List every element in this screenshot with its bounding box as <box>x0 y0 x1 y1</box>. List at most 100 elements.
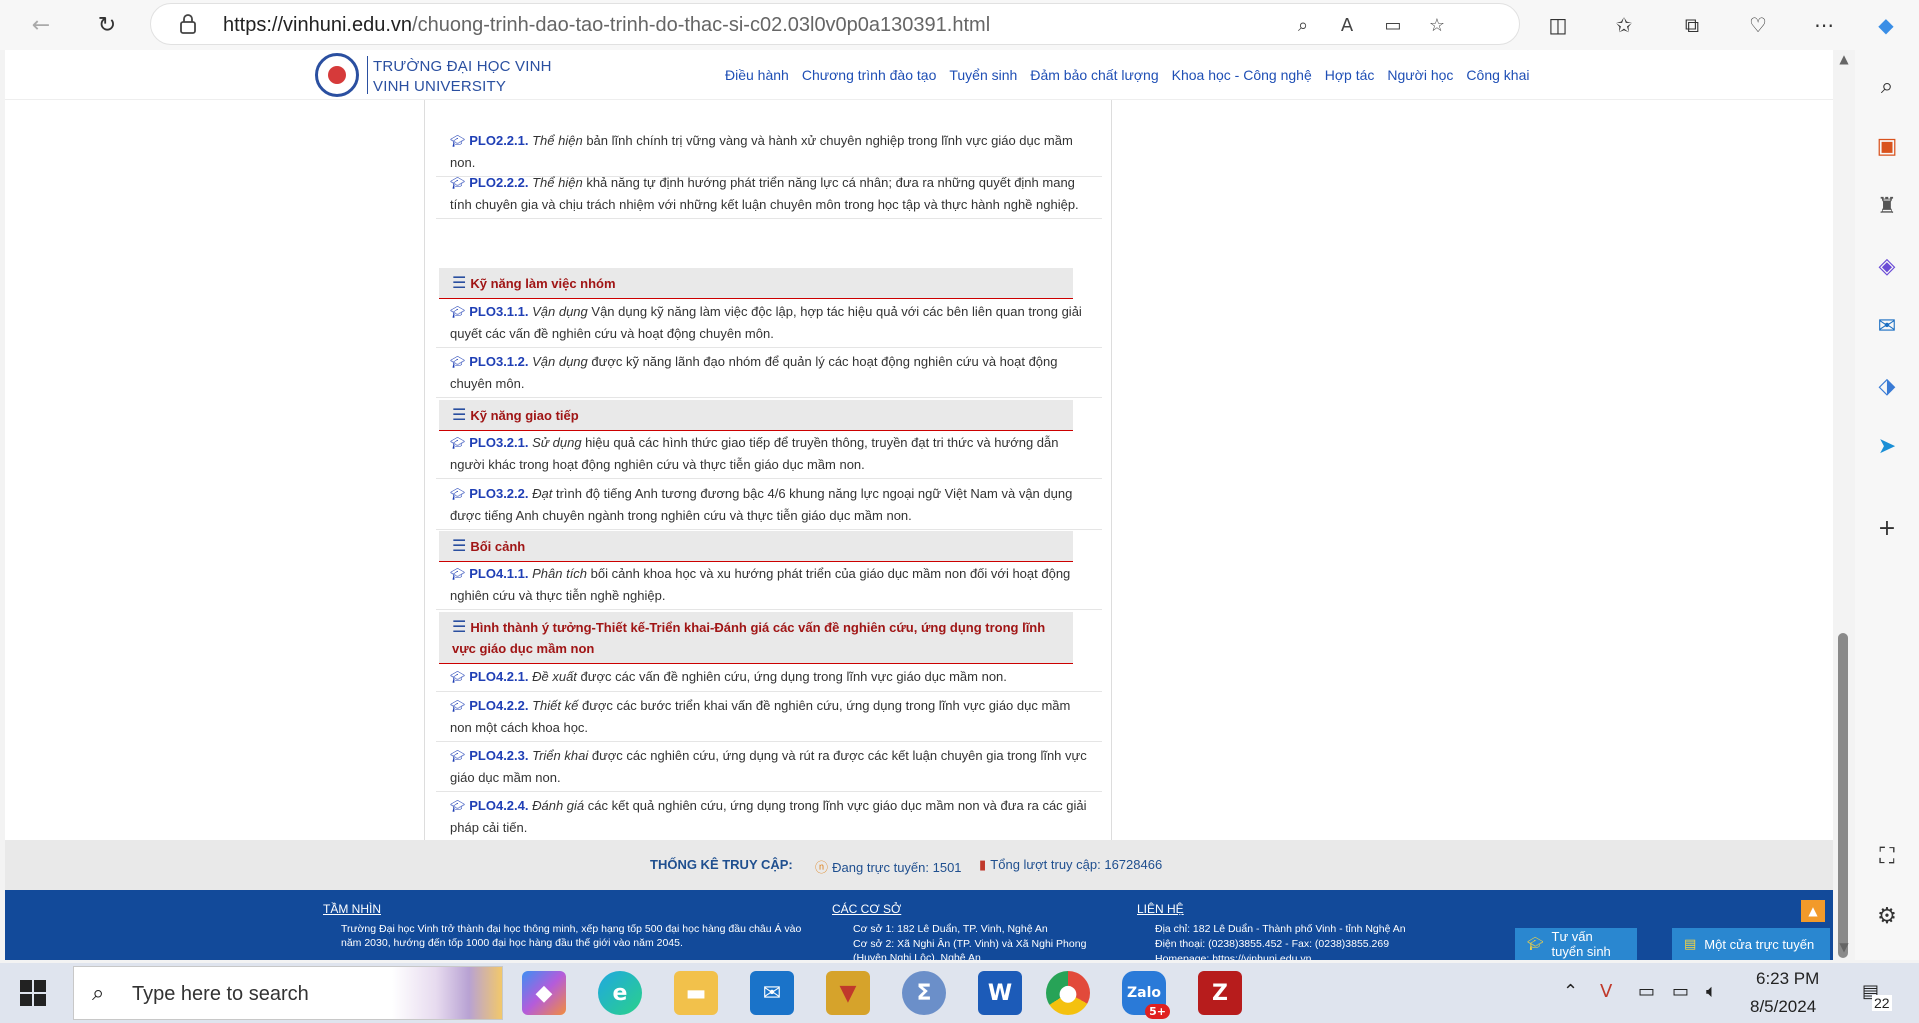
nav-chuong-trinh-dao-tao[interactable]: Chương trình đào tạo <box>802 67 937 83</box>
graduation-cap-icon: 🎓︎ <box>450 436 466 450</box>
battery-icon[interactable]: ▭ <box>1672 981 1689 1002</box>
admission-advice-button[interactable]: 🎓︎ Tư vấn tuyển sinh <box>1515 928 1637 960</box>
stats-title: THỐNG KÊ TRUY CẬP: <box>650 857 793 872</box>
lock-icon[interactable] <box>179 14 197 34</box>
plo-item: 🎓︎ PLO3.1.2. Vận dụng được kỹ năng lãnh đ… <box>436 351 1102 398</box>
search-icon: ⌕ <box>92 981 105 1006</box>
refresh-icon[interactable]: ↻ <box>90 8 124 42</box>
url-host: https://vinhuni.edu.vn <box>223 14 413 36</box>
back-icon[interactable]: ← <box>24 8 58 42</box>
windows-taskbar: ⌕ Type here to search ◆ e ▬ ✉ ▼ Σ W ● Za… <box>0 963 1919 1023</box>
site-header: TRƯỜNG ĐẠI HỌC VINH VINH UNIVERSITY Điều… <box>5 50 1833 100</box>
footer-vision-title: TẦM NHÌN <box>323 902 381 916</box>
nav-cong-khai[interactable]: Công khai <box>1466 67 1529 83</box>
copilot-icon[interactable]: ◆ <box>1870 9 1902 41</box>
clock-date[interactable]: 8/5/2024 <box>1750 997 1816 1017</box>
plo-item: 🎓︎ PLO3.1.1. Vận dụng Vận dụng kỹ năng là… <box>436 301 1102 348</box>
word-icon[interactable]: W <box>978 971 1022 1015</box>
taskbar-search-box[interactable]: ⌕ Type here to search <box>73 966 503 1020</box>
send-icon[interactable]: ➤ <box>1871 430 1903 462</box>
tools-icon[interactable]: ▣ <box>1871 130 1903 162</box>
copilot-app-icon[interactable]: ◆ <box>522 971 566 1015</box>
read-aloud-icon[interactable]: A <box>1333 12 1361 38</box>
search-icon[interactable]: ⌕ <box>1871 70 1903 102</box>
page-scrollbar[interactable]: ▲ ▼ <box>1833 50 1855 960</box>
footer-address: Địa chỉ: 182 Lê Duẩn - Thành phố Vinh - … <box>1155 923 1406 935</box>
plo-item: 🎓︎ PLO3.2.2. Đạt trình độ tiếng Anh tương… <box>436 483 1102 530</box>
taskbar-search-placeholder: Type here to search <box>132 983 309 1005</box>
back-to-top-icon[interactable]: ▲ <box>1801 900 1825 922</box>
one-stop-online-button[interactable]: ▤ Một cửa trực tuyến <box>1672 928 1830 960</box>
plo-item: 🎓︎ PLO3.2.1. Sử dụng hiệu quả các hình th… <box>436 432 1102 479</box>
edge-sidebar: ⌕ ▣ ♜ ◈ ✉ ⬗ ➤ + ⛶ ⚙ <box>1855 50 1919 960</box>
shopping-tag-icon[interactable]: ⬗ <box>1871 370 1903 402</box>
plo-item: 🎓︎ PLO4.1.1. Phân tích bối cảnh khoa học … <box>436 563 1102 610</box>
nav-hop-tac[interactable]: Hợp tác <box>1325 67 1375 83</box>
logo-title[interactable]: TRƯỜNG ĐẠI HỌC VINH <box>373 58 552 75</box>
microsoft365-icon[interactable]: ◈ <box>1871 250 1903 282</box>
footer-campus-title: CÁC CƠ SỞ <box>832 902 902 916</box>
favorite-star-icon[interactable]: ☆ <box>1423 12 1451 38</box>
clock-time[interactable]: 6:23 PM <box>1756 969 1819 989</box>
nav-dam-bao-chat-luong[interactable]: Đảm bảo chất lượng <box>1030 67 1158 83</box>
filezilla-icon[interactable]: Z <box>1198 971 1242 1015</box>
graduation-cap-icon: 🎓︎ <box>450 134 466 148</box>
add-icon[interactable]: + <box>1871 512 1903 544</box>
plo-item: 🎓︎ PLO4.2.2. Thiết kế được các bước triển… <box>436 695 1102 742</box>
chrome-icon[interactable]: ● <box>1046 971 1090 1015</box>
outlook-icon[interactable]: ✉ <box>1871 310 1903 342</box>
main-nav: Điều hành Chương trình đào tạo Tuyển sin… <box>725 67 1542 83</box>
chevron-up-icon[interactable]: ⌃ <box>1563 981 1578 1002</box>
footer-homepage[interactable]: Homepage: https://vinhuni.edu.vn <box>1155 952 1485 960</box>
section-heading: ☰ Kỹ năng giao tiếp <box>439 400 1073 431</box>
windows-start-icon[interactable] <box>20 980 46 1006</box>
volume-mute-icon[interactable]: 🔈︎ <box>1706 981 1717 1002</box>
id-card-icon: ▤ <box>1684 936 1697 952</box>
section-heading: ☰ Bối cảnh <box>439 531 1073 562</box>
nav-tuyen-sinh[interactable]: Tuyển sinh <box>949 67 1017 83</box>
meet-icon[interactable]: ▭ <box>1638 981 1655 1002</box>
edge-browser-icon[interactable]: e <box>598 971 642 1015</box>
scroll-up-icon[interactable]: ▲ <box>1837 52 1851 66</box>
url-text[interactable]: https://vinhuni.edu.vn/chuong-trinh-dao-… <box>223 14 990 37</box>
graduation-cap-icon: 🎓︎ <box>450 176 466 190</box>
access-stats-bar: THỐNG KÊ TRUY CẬP: ⓝ Đang trực tuyến: 15… <box>5 840 1833 890</box>
browser-essentials-icon[interactable]: ♡ <box>1742 9 1774 41</box>
file-explorer-icon[interactable]: ▬ <box>674 971 718 1015</box>
favorites-icon[interactable]: ✩ <box>1608 9 1640 41</box>
plo-item: 🎓︎ PLO4.2.3. Triển khai được các nghiên c… <box>436 745 1102 792</box>
zalo-icon[interactable]: Zalo 5+ <box>1122 971 1170 1019</box>
collections-icon[interactable]: ⧉ <box>1676 9 1708 41</box>
footer-contact-title: LIÊN HỆ <box>1137 902 1184 916</box>
app-shield-icon[interactable]: ▼ <box>826 971 870 1015</box>
section-heading: ☰ Hình thành ý tưởng-Thiết kế-Triển khai-… <box>439 612 1073 664</box>
section-heading: ☰ Kỹ năng làm việc nhóm <box>439 268 1073 299</box>
split-screen-icon[interactable]: ◫ <box>1542 9 1574 41</box>
nav-dieu-hanh[interactable]: Điều hành <box>725 67 789 83</box>
screenshot-icon[interactable]: ⛶ <box>1871 840 1903 872</box>
list-bars-icon: ☰ <box>452 536 467 555</box>
vietkey-icon[interactable]: V <box>1600 981 1612 1002</box>
nav-nguoi-hoc[interactable]: Người học <box>1387 67 1453 83</box>
page-viewport: TRƯỜNG ĐẠI HỌC VINH VINH UNIVERSITY Điều… <box>5 50 1833 960</box>
zoom-icon[interactable]: ⌕ <box>1289 12 1317 38</box>
address-bar[interactable]: https://vinhuni.edu.vn/chuong-trinh-dao-… <box>150 3 1520 45</box>
plo-content-card: 🎓︎ PLO2.2.1. Thể hiện bản lĩnh chính trị … <box>424 100 1112 855</box>
graduation-cap-icon: 🎓︎ <box>450 749 466 763</box>
immersive-reader-icon[interactable]: ▭ <box>1379 12 1407 38</box>
stats-online: ⓝ Đang trực tuyến: 1501 <box>815 860 962 876</box>
more-options-icon[interactable]: ⋯ <box>1808 9 1840 41</box>
scroll-down-icon[interactable]: ▼ <box>1837 940 1851 954</box>
mail-icon[interactable]: ✉ <box>750 971 794 1015</box>
footer-campus-1: Cơ sở 1: 182 Lê Duẩn, TP. Vinh, Nghệ An <box>853 923 1048 935</box>
math-app-icon[interactable]: Σ <box>902 971 946 1015</box>
graduation-cap-icon: 🎓︎ <box>450 567 466 581</box>
stats-total: ▮ Tổng lượt truy cập: 16728466 <box>979 857 1163 873</box>
nav-khoa-hoc-cong-nghe[interactable]: Khoa học - Công nghệ <box>1172 67 1312 83</box>
scroll-thumb[interactable] <box>1838 633 1848 958</box>
logo-subtitle[interactable]: VINH UNIVERSITY <box>373 78 506 95</box>
graduation-cap-icon: 🎓︎ <box>450 487 466 501</box>
university-logo-icon[interactable] <box>315 53 359 97</box>
settings-gear-icon[interactable]: ⚙ <box>1871 900 1903 932</box>
games-icon[interactable]: ♜ <box>1871 190 1903 222</box>
